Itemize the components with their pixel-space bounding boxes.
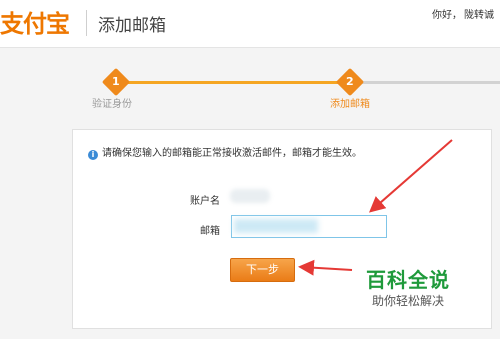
watermark-title: 百科全说 — [366, 268, 450, 292]
account-label: 账户名 — [190, 196, 220, 207]
step-1-marker: 1 — [101, 67, 131, 97]
next-step-button[interactable]: 下一步 — [230, 258, 295, 282]
notice-text: 请确保您输入的邮箱能正常接收激活邮件，邮箱才能生效。 — [102, 148, 362, 159]
header-divider — [86, 10, 87, 36]
notice-message: i 请确保您输入的邮箱能正常接收激活邮件，邮箱才能生效。 — [88, 144, 362, 160]
account-value-blurred — [230, 189, 270, 203]
progress-line-todo — [350, 81, 500, 84]
page-title: 添加邮箱 — [98, 16, 166, 36]
info-icon: i — [88, 150, 98, 160]
username-link[interactable]: 陇转诚 — [464, 10, 494, 21]
greeting-text: 你好， — [432, 10, 462, 21]
user-info: 你好， 陇转诚 — [430, 6, 494, 21]
email-label: 邮箱 — [200, 226, 220, 237]
top-header: 支付宝 添加邮箱 你好， 陇转诚 — [0, 0, 500, 48]
step-1-label: 验证身份 — [92, 99, 132, 110]
watermark-subtitle: 助你轻松解决 — [372, 294, 445, 308]
email-value-blurred — [234, 219, 318, 233]
alipay-logo[interactable]: 支付宝 — [0, 4, 70, 39]
step-2-label: 添加邮箱 — [330, 99, 370, 110]
step-2-marker: 2 — [335, 67, 365, 97]
progress-line-done — [116, 81, 350, 84]
